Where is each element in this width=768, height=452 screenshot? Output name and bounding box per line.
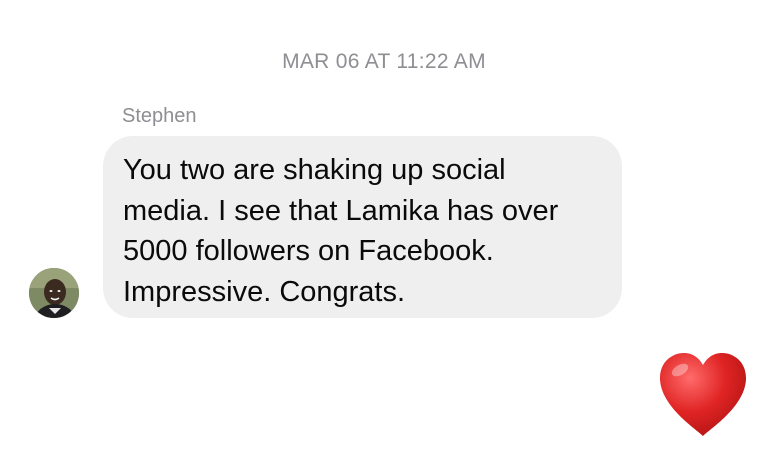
sender-name: Stephen <box>122 105 197 127</box>
message-thread: MAR 06 AT 11:22 AM Stephen You two are s… <box>0 0 768 452</box>
sender-avatar[interactable] <box>29 268 79 318</box>
heart-reaction[interactable] <box>656 350 750 440</box>
message-timestamp: MAR 06 AT 11:22 AM <box>282 50 486 73</box>
message-bubble[interactable]: You two are shaking up social media. I s… <box>103 136 622 318</box>
user-avatar-photo-icon <box>29 268 79 318</box>
message-text: You two are shaking up social media. I s… <box>123 154 559 308</box>
red-heart-icon <box>660 353 746 436</box>
